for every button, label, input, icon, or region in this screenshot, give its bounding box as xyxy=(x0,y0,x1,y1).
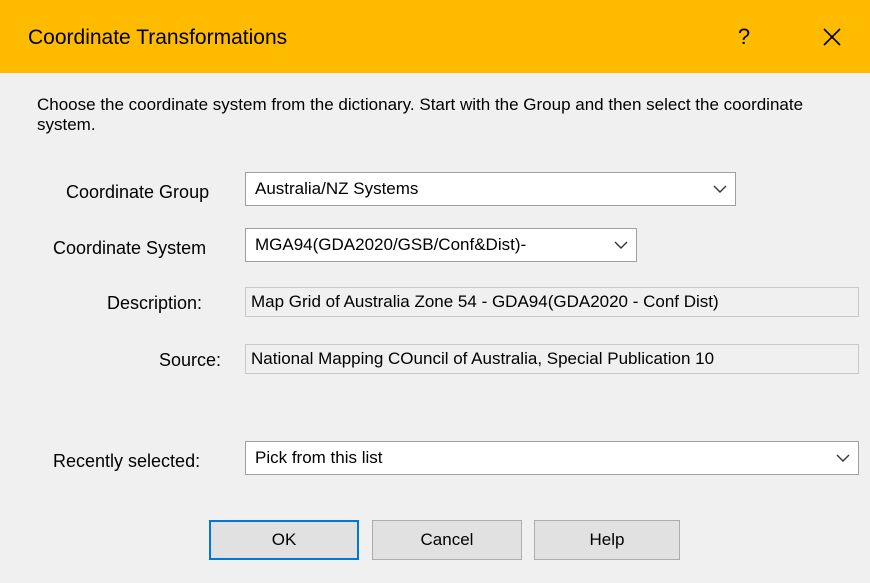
recently-selected-dropdown[interactable]: Pick from this list xyxy=(245,441,859,475)
description-label: Description: xyxy=(107,293,203,313)
instructions-text: Choose the coordinate system from the di… xyxy=(37,95,804,134)
close-icon xyxy=(823,28,841,46)
coordinate-group-label: Coordinate Group xyxy=(66,182,210,202)
source-label: Source: xyxy=(159,350,222,370)
window-title: Coordinate Transformations xyxy=(28,26,288,49)
recently-selected-label: Recently selected: xyxy=(53,451,201,471)
close-button[interactable] xyxy=(808,14,856,60)
coordinate-group-value: Australia/NZ Systems xyxy=(255,179,419,198)
question-mark-icon: ? xyxy=(737,24,751,49)
source-field: National Mapping COuncil of Australia, S… xyxy=(245,344,859,374)
help-title-button[interactable]: ? xyxy=(720,14,768,60)
title-bar: Coordinate Transformations ? xyxy=(0,0,870,73)
ok-button[interactable]: OK xyxy=(209,520,359,560)
coordinate-group-dropdown[interactable]: Australia/NZ Systems xyxy=(245,172,736,206)
coordinate-transformations-dialog: Coordinate Transformations ? Choose the … xyxy=(0,0,870,583)
chevron-down-icon xyxy=(705,173,735,205)
description-field: Map Grid of Australia Zone 54 - GDA94(GD… xyxy=(245,287,859,317)
help-button[interactable]: Help xyxy=(534,520,680,560)
recently-selected-value: Pick from this list xyxy=(255,448,383,467)
chevron-down-icon xyxy=(828,442,858,474)
coordinate-system-value: MGA94(GDA2020/GSB/Conf&Dist)- xyxy=(255,235,527,254)
coordinate-system-dropdown[interactable]: MGA94(GDA2020/GSB/Conf&Dist)- xyxy=(245,228,637,262)
cancel-button[interactable]: Cancel xyxy=(372,520,522,560)
chevron-down-icon xyxy=(606,229,636,261)
coordinate-system-label: Coordinate System xyxy=(53,238,207,258)
